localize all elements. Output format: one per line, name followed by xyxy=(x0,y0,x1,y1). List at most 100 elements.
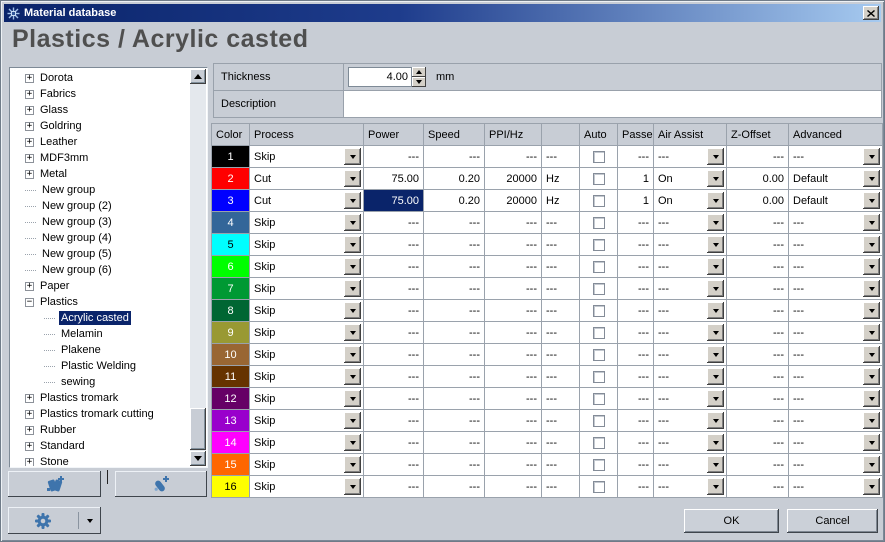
dropdown-button[interactable] xyxy=(863,478,880,495)
expand-toggle-icon[interactable]: + xyxy=(25,73,34,83)
power-cell[interactable]: --- xyxy=(364,212,424,234)
tree-item-label[interactable]: Plastic Welding xyxy=(59,359,138,373)
dropdown-button[interactable] xyxy=(344,456,361,473)
passes-cell[interactable]: --- xyxy=(618,388,654,410)
power-cell[interactable]: --- xyxy=(364,344,424,366)
tree-item-label[interactable]: New group (4) xyxy=(40,231,114,245)
ppi-cell[interactable]: --- xyxy=(485,212,542,234)
advanced-select[interactable]: --- xyxy=(789,322,883,344)
tree-item[interactable]: New group xyxy=(11,182,190,198)
process-select[interactable]: Skip xyxy=(250,366,364,388)
expand-toggle-icon[interactable]: + xyxy=(25,137,34,147)
ppi-cell[interactable]: --- xyxy=(485,234,542,256)
air-assist-select[interactable]: --- xyxy=(654,410,727,432)
ppi-cell[interactable]: 20000 xyxy=(485,190,542,212)
color-cell[interactable]: 11 xyxy=(212,366,250,388)
ppi-cell[interactable]: --- xyxy=(485,366,542,388)
power-cell[interactable]: 75.00 xyxy=(364,190,424,212)
speed-cell[interactable]: --- xyxy=(424,454,485,476)
tree-item[interactable]: + Stone xyxy=(11,454,190,466)
ppi-cell[interactable]: --- xyxy=(485,388,542,410)
color-cell[interactable]: 14 xyxy=(212,432,250,454)
passes-cell[interactable]: --- xyxy=(618,454,654,476)
auto-cell[interactable] xyxy=(580,454,618,476)
tree-item[interactable]: + Plastics tromark cutting xyxy=(11,406,190,422)
dropdown-button[interactable] xyxy=(344,214,361,231)
auto-checkbox[interactable] xyxy=(592,172,605,185)
dropdown-button[interactable] xyxy=(863,434,880,451)
tree-item[interactable]: + Fabrics xyxy=(11,86,190,102)
auto-checkbox[interactable] xyxy=(592,480,605,493)
tree-item-label[interactable]: New group (6) xyxy=(40,263,114,277)
dropdown-button[interactable] xyxy=(707,456,724,473)
auto-cell[interactable] xyxy=(580,432,618,454)
auto-cell[interactable] xyxy=(580,146,618,168)
air-assist-select[interactable]: --- xyxy=(654,476,727,498)
spin-up-button[interactable] xyxy=(412,67,426,77)
tree-item-label[interactable]: Metal xyxy=(38,167,69,181)
auto-cell[interactable] xyxy=(580,344,618,366)
advanced-select[interactable]: --- xyxy=(789,432,883,454)
tree-item[interactable]: New group (6) xyxy=(11,262,190,278)
power-cell[interactable]: --- xyxy=(364,256,424,278)
air-assist-select[interactable]: --- xyxy=(654,432,727,454)
tree-item-label[interactable]: Plakene xyxy=(59,343,103,357)
dropdown-button[interactable] xyxy=(344,346,361,363)
tree-item-label[interactable]: Fabrics xyxy=(38,87,78,101)
tree-item-label[interactable]: Dorota xyxy=(38,71,75,85)
auto-cell[interactable] xyxy=(580,476,618,498)
auto-checkbox[interactable] xyxy=(592,260,605,273)
dropdown-button[interactable] xyxy=(863,170,880,187)
dropdown-button[interactable] xyxy=(344,434,361,451)
air-assist-select[interactable]: --- xyxy=(654,234,727,256)
air-assist-select[interactable]: On xyxy=(654,190,727,212)
speed-cell[interactable]: --- xyxy=(424,300,485,322)
tree-item[interactable]: New group (3) xyxy=(11,214,190,230)
dropdown-button[interactable] xyxy=(863,214,880,231)
process-select[interactable]: Skip xyxy=(250,212,364,234)
auto-checkbox[interactable] xyxy=(592,238,605,251)
dropdown-button[interactable] xyxy=(707,368,724,385)
process-select[interactable]: Skip xyxy=(250,454,364,476)
auto-checkbox[interactable] xyxy=(592,370,605,383)
z-offset-cell[interactable]: --- xyxy=(727,322,789,344)
tree-item[interactable]: New group (5) xyxy=(11,246,190,262)
speed-cell[interactable]: 0.20 xyxy=(424,190,485,212)
ppi-cell[interactable]: 20000 xyxy=(485,168,542,190)
dropdown-button[interactable] xyxy=(707,280,724,297)
dropdown-button[interactable] xyxy=(863,390,880,407)
speed-cell[interactable]: --- xyxy=(424,278,485,300)
color-cell[interactable]: 4 xyxy=(212,212,250,234)
speed-cell[interactable]: --- xyxy=(424,410,485,432)
dropdown-button[interactable] xyxy=(344,280,361,297)
tree-item-label[interactable]: Paper xyxy=(38,279,71,293)
process-select[interactable]: Skip xyxy=(250,278,364,300)
dropdown-button[interactable] xyxy=(707,412,724,429)
ppi-cell[interactable]: --- xyxy=(485,278,542,300)
tree-item[interactable]: + Metal xyxy=(11,166,190,182)
tree-item[interactable]: + Plastics tromark xyxy=(11,390,190,406)
dropdown-button[interactable] xyxy=(707,170,724,187)
dropdown-button[interactable] xyxy=(707,192,724,209)
air-assist-select[interactable]: --- xyxy=(654,256,727,278)
tree-item-label[interactable]: Glass xyxy=(38,103,70,117)
dropdown-button[interactable] xyxy=(863,192,880,209)
dropdown-button[interactable] xyxy=(863,258,880,275)
dropdown-button[interactable] xyxy=(707,302,724,319)
tree-item-label[interactable]: Goldring xyxy=(38,119,84,133)
dropdown-button[interactable] xyxy=(863,280,880,297)
passes-cell[interactable]: --- xyxy=(618,366,654,388)
auto-checkbox[interactable] xyxy=(592,392,605,405)
dropdown-button[interactable] xyxy=(344,192,361,209)
expand-toggle-icon[interactable]: + xyxy=(25,457,34,466)
expand-toggle-icon[interactable]: + xyxy=(25,409,34,419)
dropdown-button[interactable] xyxy=(344,236,361,253)
ppi-cell[interactable]: --- xyxy=(485,432,542,454)
tree-item-label[interactable]: New group (3) xyxy=(40,215,114,229)
advanced-select[interactable]: --- xyxy=(789,410,883,432)
auto-checkbox[interactable] xyxy=(592,414,605,427)
auto-checkbox[interactable] xyxy=(592,348,605,361)
expand-toggle-icon[interactable]: + xyxy=(25,89,34,99)
scrollbar-thumb[interactable] xyxy=(190,408,206,450)
passes-cell[interactable]: --- xyxy=(618,476,654,498)
